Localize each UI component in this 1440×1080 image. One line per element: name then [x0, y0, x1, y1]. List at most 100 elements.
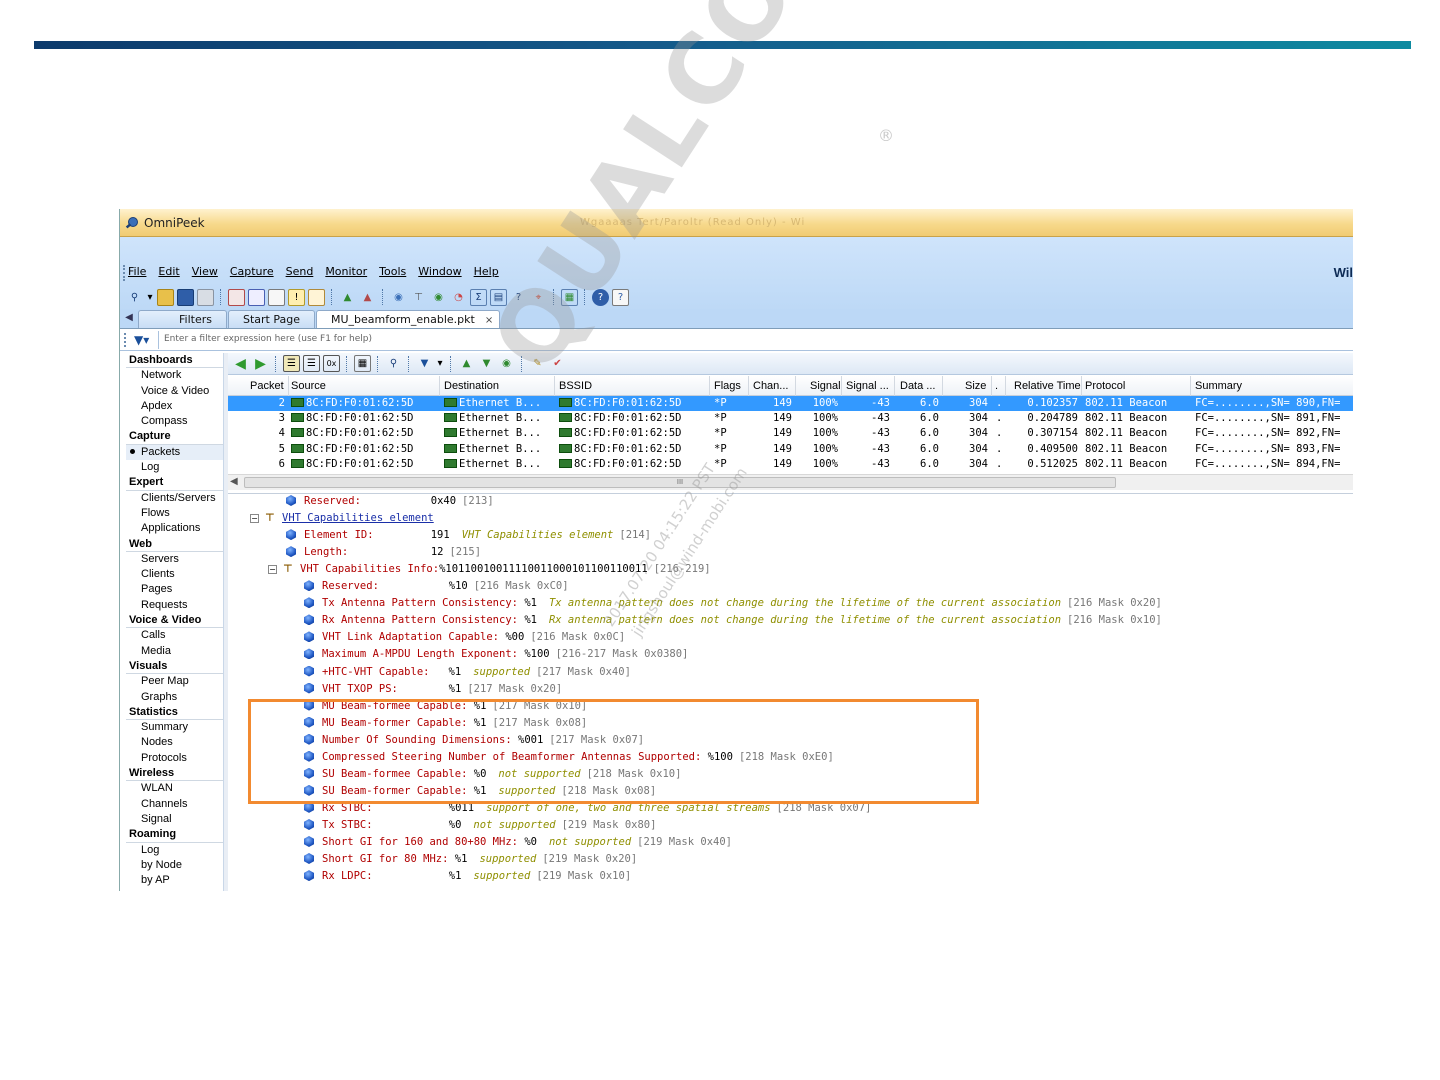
- protocol-tree-icon[interactable]: ⊤: [410, 289, 427, 306]
- nav-item-compass[interactable]: Compass: [126, 414, 223, 429]
- document-icon[interactable]: [268, 288, 285, 306]
- packet-row[interactable]: 5 8C:FD:F0:01:62:5D Ethernet B... 8C:FD:…: [228, 442, 1353, 457]
- send-packet-alt-icon[interactable]: ▲: [359, 289, 376, 306]
- dropdown-arrow-icon[interactable]: ▾: [436, 355, 444, 372]
- decode-field[interactable]: Rx STBC: %011 support of one, two and thre…: [304, 801, 871, 819]
- menu-monitor[interactable]: Monitor: [325, 265, 367, 281]
- nav-item-media[interactable]: Media: [126, 644, 223, 659]
- alarm-icon[interactable]: !: [288, 288, 305, 306]
- nav-item-graphs[interactable]: Graphs: [126, 690, 223, 705]
- menu-tools[interactable]: Tools: [379, 265, 406, 281]
- columns-icon[interactable]: ▦: [354, 355, 371, 372]
- column-header-signal-dbm[interactable]: Signal ...: [846, 380, 890, 392]
- filter-grip[interactable]: [124, 333, 130, 347]
- column-divider[interactable]: [748, 376, 749, 396]
- column-divider[interactable]: [1005, 376, 1006, 396]
- nav-item-by-ap[interactable]: by AP: [126, 873, 223, 888]
- decode-field[interactable]: Rx Antenna Pattern Consistency: %1 Rx ante…: [304, 614, 1162, 631]
- column-header-channel[interactable]: Chan...: [753, 380, 791, 392]
- save-icon[interactable]: [177, 288, 194, 306]
- column-divider[interactable]: [795, 376, 796, 396]
- forward-arrow-icon[interactable]: ▶: [252, 355, 269, 372]
- nav-item-flows[interactable]: Flows: [126, 506, 223, 521]
- hex-view-icon[interactable]: 0x: [323, 355, 340, 372]
- scroll-left-icon[interactable]: ◀: [230, 476, 238, 487]
- decode-field[interactable]: +HTC-VHT Capable: %1 supported [217 Mask 0x…: [304, 665, 631, 683]
- nav-item-nodes[interactable]: Nodes: [126, 735, 223, 750]
- nav-item-peer-map[interactable]: Peer Map: [126, 674, 223, 689]
- nav-item-protocols[interactable]: Protocols: [126, 751, 223, 766]
- packet-row[interactable]: 6 8C:FD:F0:01:62:5D Ethernet B... 8C:FD:…: [228, 457, 1353, 472]
- filter-icon[interactable]: ▼: [416, 355, 433, 372]
- menu-grip[interactable]: [123, 265, 126, 281]
- print-icon[interactable]: [197, 288, 214, 306]
- column-header-source[interactable]: Source: [291, 380, 436, 392]
- decode-field[interactable]: Reserved: 0x40 [213]: [286, 495, 494, 512]
- packet-icon[interactable]: [228, 288, 245, 306]
- nav-group-web[interactable]: Web: [126, 537, 223, 552]
- nav-group-statistics[interactable]: Statistics: [126, 705, 223, 721]
- menu-capture[interactable]: Capture: [230, 265, 274, 281]
- nav-item-applications[interactable]: Applications: [126, 521, 223, 536]
- decode-field[interactable]: Element ID: 191 VHT Capabilities element [2…: [286, 529, 651, 546]
- nav-item-apdex[interactable]: Apdex: [126, 399, 223, 414]
- tab-filters[interactable]: Filters: [138, 310, 227, 328]
- column-divider[interactable]: [439, 376, 440, 396]
- nav-item-clients[interactable]: Clients: [126, 567, 223, 582]
- column-divider[interactable]: [894, 376, 895, 396]
- decode-field[interactable]: Tx STBC: %0 not supported [219 Mask 0x80]: [304, 818, 656, 836]
- open-folder-icon[interactable]: [157, 288, 174, 306]
- column-header-data-rate[interactable]: Data ...: [900, 380, 940, 392]
- filter-expression-input[interactable]: Enter a filter expression here (use F1 f…: [158, 331, 1353, 349]
- decode-view-icon[interactable]: ☰: [303, 355, 320, 372]
- nav-item-network[interactable]: Network: [126, 368, 223, 383]
- decode-field[interactable]: Reserved: %10 [216 Mask 0xC0]: [304, 580, 569, 597]
- dropdown-arrow-icon[interactable]: ▾: [146, 289, 154, 306]
- sum-icon[interactable]: Σ: [470, 288, 487, 306]
- tab-scroll-left-icon[interactable]: ◀: [120, 312, 138, 328]
- nav-group-roaming[interactable]: Roaming: [126, 827, 223, 843]
- decode-field[interactable]: Length: 12 [215]: [286, 546, 481, 563]
- column-header-destination[interactable]: Destination: [444, 380, 549, 392]
- nav-group-voice-video[interactable]: Voice & Video: [126, 613, 223, 629]
- menu-send[interactable]: Send: [286, 265, 314, 281]
- nav-item-summary[interactable]: Summary: [126, 720, 223, 735]
- pie-chart-icon[interactable]: ◔: [450, 289, 467, 306]
- nav-item-clients-servers[interactable]: Clients/Servers: [126, 491, 223, 506]
- nav-item-roaming-log[interactable]: Log: [126, 843, 223, 858]
- nav-group-dashboards[interactable]: Dashboards: [126, 353, 223, 369]
- column-header-summary[interactable]: Summary: [1195, 380, 1345, 392]
- expand-icon[interactable]: ▲: [458, 355, 475, 372]
- column-divider[interactable]: [841, 376, 842, 396]
- nav-group-visuals[interactable]: Visuals: [126, 659, 223, 675]
- menu-window[interactable]: Window: [418, 265, 461, 281]
- decode-field[interactable]: Short GI for 80 MHz: %1 supported [219 Mask…: [304, 853, 637, 870]
- nav-item-voice-video[interactable]: Voice & Video: [126, 384, 223, 399]
- nav-item-servers[interactable]: Servers: [126, 552, 223, 567]
- menu-help[interactable]: Help: [474, 265, 499, 281]
- nav-group-expert[interactable]: Expert: [126, 475, 223, 491]
- packet-row[interactable]: 3 8C:FD:F0:01:62:5D Ethernet B... 8C:FD:…: [228, 411, 1353, 426]
- decode-field[interactable]: VHT Link Adaptation Capable: %00 [216 Mask…: [304, 631, 625, 648]
- packet-list-view-icon[interactable]: ☰: [283, 355, 300, 372]
- decode-field[interactable]: Rx LDPC: %1 supported [219 Mask 0x10]: [304, 870, 631, 887]
- decode-field[interactable]: Maximum A-MPDU Length Exponent: %100 [216-…: [304, 648, 688, 665]
- nav-item-packets[interactable]: Packets: [126, 444, 223, 461]
- find-icon[interactable]: ⚲: [385, 355, 402, 372]
- column-header-relative-time[interactable]: Relative Time: [1014, 380, 1082, 392]
- menu-file[interactable]: File: [128, 265, 146, 281]
- column-divider[interactable]: [709, 376, 710, 396]
- packet-list-horizontal-scrollbar[interactable]: ◀ III: [228, 474, 1353, 490]
- nav-item-wlan[interactable]: WLAN: [126, 781, 223, 796]
- nav-item-calls[interactable]: Calls: [126, 628, 223, 643]
- send-packet-icon[interactable]: ▲: [339, 289, 356, 306]
- column-header-signal[interactable]: Signal: [810, 380, 840, 392]
- column-header-size[interactable]: Size: [965, 380, 989, 392]
- filter-funnel-icon[interactable]: ▼▾: [134, 333, 149, 347]
- menu-edit[interactable]: Edit: [158, 265, 179, 281]
- scrollbar-thumb[interactable]: III: [244, 477, 1116, 488]
- decode-field[interactable]: Tx Antenna Pattern Consistency: %1 Tx ante…: [304, 597, 1162, 614]
- nav-item-requests[interactable]: Requests: [126, 598, 223, 613]
- column-divider[interactable]: [1081, 376, 1082, 396]
- decode-field[interactable]: Short GI for 160 and 80+80 MHz: %0 not sup…: [304, 836, 732, 853]
